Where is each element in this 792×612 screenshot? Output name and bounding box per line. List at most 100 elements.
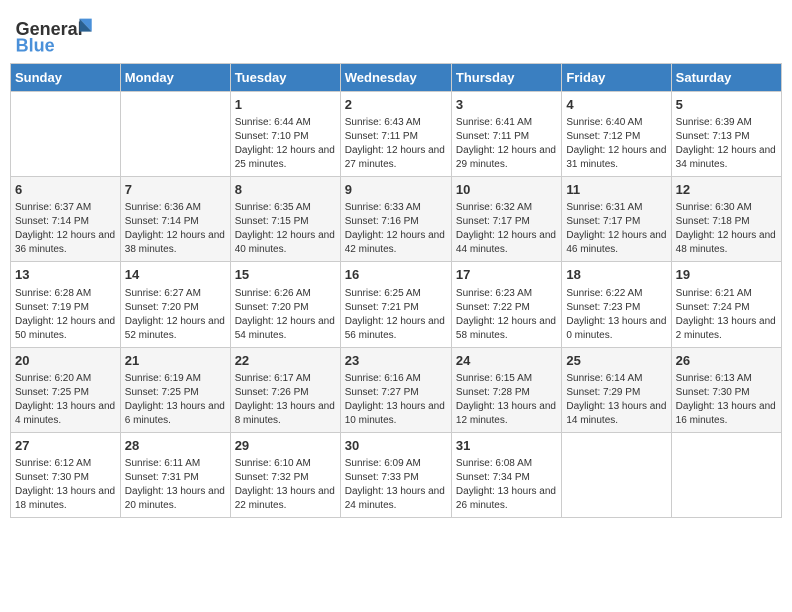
week-row-1: 1Sunrise: 6:44 AM Sunset: 7:10 PM Daylig… bbox=[11, 92, 782, 177]
header-cell-wednesday: Wednesday bbox=[340, 64, 451, 92]
day-number: 14 bbox=[125, 266, 226, 284]
day-info: Sunrise: 6:32 AM Sunset: 7:17 PM Dayligh… bbox=[456, 201, 557, 257]
day-cell: 11 Sunrise: 6:31 AM Sunset: 7:17 PM Dayli… bbox=[562, 177, 671, 262]
day-number: 21 bbox=[125, 352, 226, 370]
day-number: 12 bbox=[676, 181, 777, 199]
day-cell: 9 Sunrise: 6:33 AM Sunset: 7:16 PM Daylig… bbox=[340, 177, 451, 262]
day-info: Sunrise: 6:21 AM Sunset: 7:24 PM Dayligh… bbox=[676, 287, 777, 343]
day-cell: 12 Sunrise: 6:30 AM Sunset: 7:18 PM Dayli… bbox=[671, 177, 781, 262]
day-number: 8 bbox=[235, 181, 336, 199]
day-cell: 19 Sunrise: 6:21 AM Sunset: 7:24 PM Dayli… bbox=[671, 262, 781, 347]
day-info: Sunrise: 6:39 AM Sunset: 7:13 PM Dayligh… bbox=[676, 116, 777, 172]
day-number: 5 bbox=[676, 96, 777, 114]
day-cell bbox=[120, 92, 230, 177]
day-number: 26 bbox=[676, 352, 777, 370]
header: General Blue bbox=[10, 10, 782, 55]
day-info: Sunrise: 6:13 AM Sunset: 7:30 PM Dayligh… bbox=[676, 372, 777, 428]
day-info: Sunrise: 6:31 AM Sunset: 7:17 PM Dayligh… bbox=[566, 201, 666, 257]
header-cell-monday: Monday bbox=[120, 64, 230, 92]
day-info: Sunrise: 6:09 AM Sunset: 7:33 PM Dayligh… bbox=[345, 457, 447, 513]
header-cell-saturday: Saturday bbox=[671, 64, 781, 92]
logo-svg: General Blue bbox=[14, 10, 104, 55]
day-info: Sunrise: 6:22 AM Sunset: 7:23 PM Dayligh… bbox=[566, 287, 666, 343]
week-row-2: 6Sunrise: 6:37 AM Sunset: 7:14 PM Daylig… bbox=[11, 177, 782, 262]
day-cell: 18 Sunrise: 6:22 AM Sunset: 7:23 PM Dayli… bbox=[562, 262, 671, 347]
header-cell-sunday: Sunday bbox=[11, 64, 121, 92]
day-info: Sunrise: 6:15 AM Sunset: 7:28 PM Dayligh… bbox=[456, 372, 557, 428]
header-cell-thursday: Thursday bbox=[451, 64, 561, 92]
day-number: 10 bbox=[456, 181, 557, 199]
day-cell: 26 Sunrise: 6:13 AM Sunset: 7:30 PM Dayli… bbox=[671, 347, 781, 432]
day-info: Sunrise: 6:35 AM Sunset: 7:15 PM Dayligh… bbox=[235, 201, 336, 257]
day-cell: 5 Sunrise: 6:39 AM Sunset: 7:13 PM Daylig… bbox=[671, 92, 781, 177]
day-cell: 14 Sunrise: 6:27 AM Sunset: 7:20 PM Dayli… bbox=[120, 262, 230, 347]
day-cell: 4 Sunrise: 6:40 AM Sunset: 7:12 PM Daylig… bbox=[562, 92, 671, 177]
day-number: 31 bbox=[456, 437, 557, 455]
day-cell: 16 Sunrise: 6:25 AM Sunset: 7:21 PM Dayli… bbox=[340, 262, 451, 347]
day-number: 19 bbox=[676, 266, 777, 284]
day-number: 25 bbox=[566, 352, 666, 370]
week-row-3: 13Sunrise: 6:28 AM Sunset: 7:19 PM Dayli… bbox=[11, 262, 782, 347]
day-number: 15 bbox=[235, 266, 336, 284]
day-number: 23 bbox=[345, 352, 447, 370]
day-cell: 6Sunrise: 6:37 AM Sunset: 7:14 PM Daylig… bbox=[11, 177, 121, 262]
day-info: Sunrise: 6:11 AM Sunset: 7:31 PM Dayligh… bbox=[125, 457, 226, 513]
day-cell: 31Sunrise: 6:08 AM Sunset: 7:34 PM Dayli… bbox=[451, 432, 561, 517]
day-info: Sunrise: 6:30 AM Sunset: 7:18 PM Dayligh… bbox=[676, 201, 777, 257]
day-cell: 23Sunrise: 6:16 AM Sunset: 7:27 PM Dayli… bbox=[340, 347, 451, 432]
day-cell: 27 Sunrise: 6:12 AM Sunset: 7:30 PM Dayli… bbox=[11, 432, 121, 517]
day-info: Sunrise: 6:14 AM Sunset: 7:29 PM Dayligh… bbox=[566, 372, 666, 428]
day-cell: 25 Sunrise: 6:14 AM Sunset: 7:29 PM Dayli… bbox=[562, 347, 671, 432]
day-number: 3 bbox=[456, 96, 557, 114]
day-number: 20 bbox=[15, 352, 116, 370]
day-cell: 24 Sunrise: 6:15 AM Sunset: 7:28 PM Dayli… bbox=[451, 347, 561, 432]
day-info: Sunrise: 6:33 AM Sunset: 7:16 PM Dayligh… bbox=[345, 201, 447, 257]
logo: General Blue bbox=[14, 10, 104, 55]
day-number: 17 bbox=[456, 266, 557, 284]
day-number: 27 bbox=[15, 437, 116, 455]
day-cell bbox=[671, 432, 781, 517]
day-info: Sunrise: 6:12 AM Sunset: 7:30 PM Dayligh… bbox=[15, 457, 116, 513]
day-cell: 8 Sunrise: 6:35 AM Sunset: 7:15 PM Daylig… bbox=[230, 177, 340, 262]
day-number: 16 bbox=[345, 266, 447, 284]
svg-text:Blue: Blue bbox=[16, 35, 55, 55]
day-cell: 28Sunrise: 6:11 AM Sunset: 7:31 PM Dayli… bbox=[120, 432, 230, 517]
day-cell: 1Sunrise: 6:44 AM Sunset: 7:10 PM Daylig… bbox=[230, 92, 340, 177]
header-row: SundayMondayTuesdayWednesdayThursdayFrid… bbox=[11, 64, 782, 92]
day-cell: 30Sunrise: 6:09 AM Sunset: 7:33 PM Dayli… bbox=[340, 432, 451, 517]
day-number: 2 bbox=[345, 96, 447, 114]
day-info: Sunrise: 6:40 AM Sunset: 7:12 PM Dayligh… bbox=[566, 116, 666, 172]
calendar-table: SundayMondayTuesdayWednesdayThursdayFrid… bbox=[10, 63, 782, 518]
day-cell: 3Sunrise: 6:41 AM Sunset: 7:11 PM Daylig… bbox=[451, 92, 561, 177]
day-cell: 13Sunrise: 6:28 AM Sunset: 7:19 PM Dayli… bbox=[11, 262, 121, 347]
day-cell: 10 Sunrise: 6:32 AM Sunset: 7:17 PM Dayli… bbox=[451, 177, 561, 262]
day-cell bbox=[562, 432, 671, 517]
day-cell: 2 Sunrise: 6:43 AM Sunset: 7:11 PM Daylig… bbox=[340, 92, 451, 177]
day-cell: 7 Sunrise: 6:36 AM Sunset: 7:14 PM Daylig… bbox=[120, 177, 230, 262]
week-row-4: 20Sunrise: 6:20 AM Sunset: 7:25 PM Dayli… bbox=[11, 347, 782, 432]
day-info: Sunrise: 6:36 AM Sunset: 7:14 PM Dayligh… bbox=[125, 201, 226, 257]
day-number: 29 bbox=[235, 437, 336, 455]
day-number: 9 bbox=[345, 181, 447, 199]
day-info: Sunrise: 6:27 AM Sunset: 7:20 PM Dayligh… bbox=[125, 287, 226, 343]
week-row-5: 27 Sunrise: 6:12 AM Sunset: 7:30 PM Dayli… bbox=[11, 432, 782, 517]
day-number: 11 bbox=[566, 181, 666, 199]
day-cell: 22Sunrise: 6:17 AM Sunset: 7:26 PM Dayli… bbox=[230, 347, 340, 432]
day-info: Sunrise: 6:25 AM Sunset: 7:21 PM Dayligh… bbox=[345, 287, 447, 343]
day-info: Sunrise: 6:26 AM Sunset: 7:20 PM Dayligh… bbox=[235, 287, 336, 343]
day-number: 4 bbox=[566, 96, 666, 114]
day-cell: 29 Sunrise: 6:10 AM Sunset: 7:32 PM Dayli… bbox=[230, 432, 340, 517]
day-number: 13 bbox=[15, 266, 116, 284]
header-cell-friday: Friday bbox=[562, 64, 671, 92]
day-info: Sunrise: 6:10 AM Sunset: 7:32 PM Dayligh… bbox=[235, 457, 336, 513]
day-info: Sunrise: 6:43 AM Sunset: 7:11 PM Dayligh… bbox=[345, 116, 447, 172]
day-info: Sunrise: 6:19 AM Sunset: 7:25 PM Dayligh… bbox=[125, 372, 226, 428]
calendar-header: SundayMondayTuesdayWednesdayThursdayFrid… bbox=[11, 64, 782, 92]
day-number: 7 bbox=[125, 181, 226, 199]
day-cell: 20Sunrise: 6:20 AM Sunset: 7:25 PM Dayli… bbox=[11, 347, 121, 432]
header-cell-tuesday: Tuesday bbox=[230, 64, 340, 92]
day-cell: 21 Sunrise: 6:19 AM Sunset: 7:25 PM Dayli… bbox=[120, 347, 230, 432]
day-number: 24 bbox=[456, 352, 557, 370]
day-number: 18 bbox=[566, 266, 666, 284]
day-info: Sunrise: 6:17 AM Sunset: 7:26 PM Dayligh… bbox=[235, 372, 336, 428]
